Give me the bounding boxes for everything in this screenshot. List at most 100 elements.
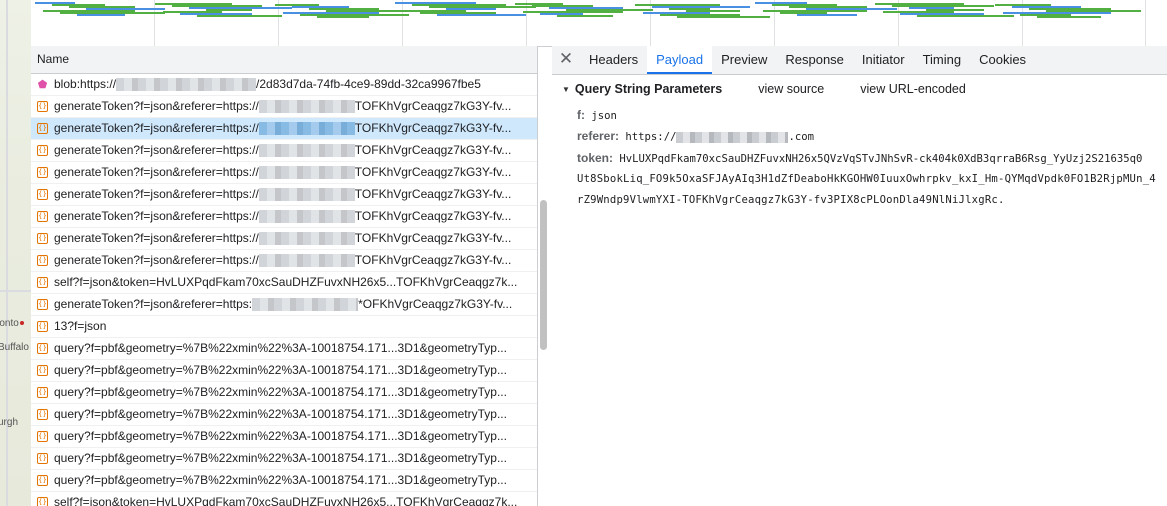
request-row[interactable]: {} query?f=pbf&geometry=%7B%22xmin%22%3A-…: [31, 448, 537, 470]
redacted-mask: [258, 188, 355, 202]
xhr-icon: {}: [37, 387, 48, 398]
timeline-bar: [797, 14, 857, 16]
request-name-prefix: query?f=pbf&geometry=%7B%22xmin%22%3A-10…: [54, 429, 507, 443]
timeline-gridline: [774, 0, 775, 46]
request-name-prefix: query?f=pbf&geometry=%7B%22xmin%22%3A-10…: [54, 341, 507, 355]
param-token-key: token:: [577, 151, 613, 165]
request-name: query?f=pbf&geometry=%7B%22xmin%22%3A-10…: [54, 360, 507, 381]
request-row[interactable]: {} generateToken?f=json&referer=https:// T…: [31, 118, 537, 140]
request-name-suffix: TOFKhVgrCeaqgz7kG3Y-fv...: [354, 253, 512, 267]
request-row[interactable]: {} generateToken?f=json&referer=https:// T…: [31, 206, 537, 228]
redacted-mask: [258, 232, 355, 246]
map-label-toronto: ronto: [0, 318, 19, 329]
request-row[interactable]: ⬟ blob:https:// /2d83d7da-74fb-4ce9-89dd-3…: [31, 74, 537, 96]
request-name: self?f=json&token=HvLUXPqdFkam70xcSauDHZ…: [54, 272, 517, 293]
redacted-mask: [252, 298, 359, 312]
request-name-prefix: generateToken?f=json&referer=https://: [54, 143, 259, 157]
request-row[interactable]: {} generateToken?f=json&referer=https:// T…: [31, 96, 537, 118]
redacted-mask: [116, 78, 257, 92]
param-referer-key: referer:: [577, 129, 620, 143]
close-icon[interactable]: ✕: [552, 46, 580, 74]
request-row[interactable]: {} query?f=pbf&geometry=%7B%22xmin%22%3A-…: [31, 426, 537, 448]
request-name-prefix: generateToken?f=json&referer=https:: [54, 297, 253, 311]
request-row[interactable]: {} 13?f=json: [31, 316, 537, 338]
request-name-suffix: TOFKhVgrCeaqgz7kG3Y-fv...: [354, 209, 512, 223]
request-name-suffix: TOFKhVgrCeaqgz7kG3Y-fv...: [354, 99, 512, 113]
tab-timing[interactable]: Timing: [914, 46, 971, 74]
request-list[interactable]: Name ⬟ blob:https:// /2d83d7da-74fb-4ce9-8…: [31, 46, 538, 506]
param-token-line2: Ut8SbokLiq_FO9k5OxaSFJAyAIq3H1dZfDeaboHk…: [577, 173, 1156, 185]
request-row[interactable]: {} query?f=pbf&geometry=%7B%22xmin%22%3A-…: [31, 338, 537, 360]
query-string-section-header[interactable]: ▼ Query String Parameters view source vi…: [562, 82, 966, 96]
request-row[interactable]: {} generateToken?f=json&referer=https:// T…: [31, 184, 537, 206]
view-url-encoded-link[interactable]: view URL-encoded: [860, 82, 966, 96]
request-details-pane: ✕ Headers Payload Preview Response Initiator…: [552, 46, 1167, 506]
request-name: query?f=pbf&geometry=%7B%22xmin%22%3A-10…: [54, 404, 507, 425]
request-name-prefix: query?f=pbf&geometry=%7B%22xmin%22%3A-10…: [54, 407, 507, 421]
map-label-pittsburgh: urgh: [0, 417, 19, 428]
request-name: generateToken?f=json&referer=https:// TOF…: [54, 162, 511, 183]
request-name: generateToken?f=json&referer=https:// TOF…: [54, 140, 511, 161]
request-row[interactable]: {} self?f=json&token=HvLUXPqdFkam70xcSauD…: [31, 272, 537, 294]
tab-payload[interactable]: Payload: [647, 46, 713, 74]
timeline-gridline: [1145, 0, 1146, 46]
tab-preview[interactable]: Preview: [712, 46, 776, 74]
param-token: token: HvLUXPqdFkam70xcSauDHZFuvxNH26x5Q…: [577, 151, 1142, 165]
tab-initiator[interactable]: Initiator: [853, 46, 914, 74]
request-name-suffix: TOFKhVgrCeaqgz7kG3Y-fv...: [354, 165, 512, 179]
request-name-prefix: self?f=json&token=HvLUXPqdFkam70xcSauDHZ…: [54, 495, 518, 506]
timeline-bar: [197, 15, 282, 17]
map-city-dot: [20, 321, 24, 325]
request-name: query?f=pbf&geometry=%7B%22xmin%22%3A-10…: [54, 426, 507, 447]
tab-response[interactable]: Response: [776, 46, 853, 74]
xhr-icon: {}: [37, 211, 48, 222]
map-background: ronto Buffalo urgh: [0, 0, 31, 506]
details-tabbar: ✕ Headers Payload Preview Response Initiator…: [552, 46, 1167, 75]
request-row[interactable]: {} query?f=pbf&geometry=%7B%22xmin%22%3A-…: [31, 360, 537, 382]
xhr-icon: {}: [37, 233, 48, 244]
request-name-prefix: query?f=pbf&geometry=%7B%22xmin%22%3A-10…: [54, 473, 507, 487]
request-row[interactable]: {} query?f=pbf&geometry=%7B%22xmin%22%3A-…: [31, 470, 537, 492]
request-row[interactable]: {} query?f=pbf&geometry=%7B%22xmin%22%3A-…: [31, 404, 537, 426]
request-name-suffix: *OFKhVgrCeaqgz7kG3Y-fv...: [358, 297, 513, 311]
tab-headers[interactable]: Headers: [580, 46, 647, 74]
timeline-gridline: [154, 0, 155, 46]
xhr-icon: {}: [37, 431, 48, 442]
xhr-icon: {}: [37, 277, 48, 288]
param-referer-prefix: https://: [625, 131, 677, 143]
column-header-name[interactable]: Name: [31, 46, 537, 74]
request-name-suffix: TOFKhVgrCeaqgz7kG3Y-fv...: [354, 187, 512, 201]
xhr-icon: {}: [37, 299, 48, 310]
timeline-bar: [557, 15, 613, 17]
request-row[interactable]: {} self?f=json&token=HvLUXPqdFkam70xcSauD…: [31, 492, 537, 506]
request-name: query?f=pbf&geometry=%7B%22xmin%22%3A-10…: [54, 470, 507, 491]
view-source-link[interactable]: view source: [758, 82, 824, 96]
request-name: generateToken?f=json&referer=https:// TOF…: [54, 250, 511, 271]
network-timeline-overview[interactable]: [31, 0, 1167, 47]
request-name: generateToken?f=json&referer=https:// TOF…: [54, 96, 511, 117]
request-name: generateToken?f=json&referer=https:// TOF…: [54, 206, 511, 227]
timeline-bar: [1037, 16, 1101, 18]
tab-cookies[interactable]: Cookies: [970, 46, 1035, 74]
redacted-mask: [258, 210, 355, 224]
param-f: f: json: [577, 108, 617, 122]
request-name-suffix: TOFKhVgrCeaqgz7kG3Y-fv...: [354, 231, 512, 245]
map-label-buffalo: Buffalo: [0, 342, 29, 353]
request-row[interactable]: {} query?f=pbf&geometry=%7B%22xmin%22%3A-…: [31, 382, 537, 404]
request-name-prefix: generateToken?f=json&referer=https://: [54, 121, 259, 135]
request-row[interactable]: {} generateToken?f=json&referer=https:// T…: [31, 228, 537, 250]
request-list-scrollbar[interactable]: [540, 200, 547, 350]
request-name-prefix: generateToken?f=json&referer=https://: [54, 99, 259, 113]
request-row[interactable]: {} generateToken?f=json&referer=https:// T…: [31, 140, 537, 162]
request-name-prefix: query?f=pbf&geometry=%7B%22xmin%22%3A-10…: [54, 363, 507, 377]
redacted-mask: [258, 254, 355, 268]
param-referer-suffix: .com: [788, 131, 814, 143]
expand-triangle-icon[interactable]: ▼: [562, 85, 570, 94]
request-row[interactable]: {} generateToken?f=json&referer=https:// T…: [31, 162, 537, 184]
request-name-prefix: generateToken?f=json&referer=https://: [54, 187, 259, 201]
request-name: 13?f=json: [54, 316, 106, 337]
request-name-prefix: generateToken?f=json&referer=https://: [54, 165, 259, 179]
timeline-bar: [77, 14, 125, 16]
request-row[interactable]: {} generateToken?f=json&referer=https:// T…: [31, 250, 537, 272]
request-row[interactable]: {} generateToken?f=json&referer=https: *OF…: [31, 294, 537, 316]
